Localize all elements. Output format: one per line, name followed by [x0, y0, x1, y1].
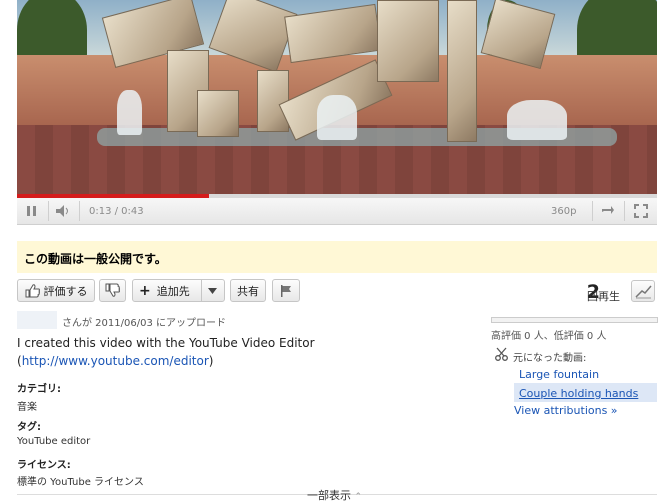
uploader-name[interactable] — [17, 311, 57, 329]
speaker-icon — [56, 205, 68, 217]
source-video-link[interactable]: Couple holding hands — [519, 387, 638, 400]
repeat-button[interactable] — [597, 198, 619, 224]
description: I created this video with the YouTube Vi… — [17, 334, 357, 370]
add-to-button[interactable]: + 追加先 — [132, 279, 225, 302]
stats-icon — [635, 285, 652, 299]
rating-text: 高評価 0 人、低評価 0 人 — [491, 331, 607, 342]
stats-button[interactable] — [631, 280, 655, 302]
sculpture-block — [377, 0, 439, 82]
flag-button[interactable] — [272, 279, 300, 302]
water-spray — [507, 100, 567, 140]
volume-button[interactable] — [51, 198, 75, 224]
thumbs-up-icon — [25, 284, 40, 298]
license-label: ライセンス: — [17, 460, 71, 471]
like-button[interactable]: 評価する — [17, 279, 95, 302]
show-more-button[interactable]: 一部表示 ⌃ — [307, 487, 362, 503]
description-paren-close: ) — [208, 354, 214, 368]
editor-link[interactable]: http://www.youtube.com/editor — [22, 354, 209, 368]
player-controls: 0:13 / 0:43 360p — [17, 198, 657, 225]
description-line: I created this video with the YouTube Vi… — [17, 336, 315, 350]
category-link[interactable]: 音楽 — [17, 398, 37, 413]
thumbs-down-icon — [105, 283, 120, 297]
tags-label: タグ: — [17, 422, 41, 433]
chevron-up-icon: ⌃ — [354, 492, 363, 502]
quality-selector[interactable]: 360p — [551, 198, 576, 224]
scissors-icon — [495, 347, 508, 361]
like-label: 評価する — [43, 284, 88, 298]
category-label: カテゴリ: — [17, 384, 61, 395]
view-count-label: 回再生 — [587, 290, 620, 303]
pause-button[interactable] — [17, 198, 47, 224]
tag-link[interactable]: YouTube editor — [17, 436, 90, 447]
fullscreen-icon — [634, 204, 648, 218]
rating-bar — [491, 317, 658, 323]
share-label: 共有 — [237, 284, 259, 298]
sculpture-block — [197, 90, 239, 137]
source-video-link[interactable]: Large fountain — [519, 368, 599, 381]
water-spray — [317, 95, 357, 140]
water-spray — [117, 90, 142, 135]
upload-info: さんが 2011/06/03 にアップロード — [62, 318, 226, 329]
privacy-banner: この動画は一般公開です。 — [17, 241, 657, 273]
show-more-label: 一部表示 — [307, 489, 351, 502]
video-frame[interactable] — [17, 0, 657, 196]
dislike-button[interactable] — [99, 279, 126, 302]
fullscreen-button[interactable] — [629, 198, 653, 224]
view-attributions-link[interactable]: View attributions » — [514, 404, 618, 417]
chevron-down-icon — [208, 288, 217, 294]
plus-icon: + — [139, 282, 151, 299]
pause-icon — [27, 206, 36, 216]
privacy-text: この動画は一般公開です。 — [24, 252, 167, 266]
source-videos-label: 元になった動画: — [513, 353, 587, 364]
license-value: 標準の YouTube ライセンス — [17, 477, 144, 488]
time-display: 0:13 / 0:43 — [89, 205, 144, 217]
flag-icon — [281, 284, 291, 297]
share-button[interactable]: 共有 — [230, 279, 266, 302]
add-to-label: 追加先 — [156, 284, 190, 298]
sculpture-block — [447, 0, 477, 142]
repeat-icon — [602, 206, 614, 214]
